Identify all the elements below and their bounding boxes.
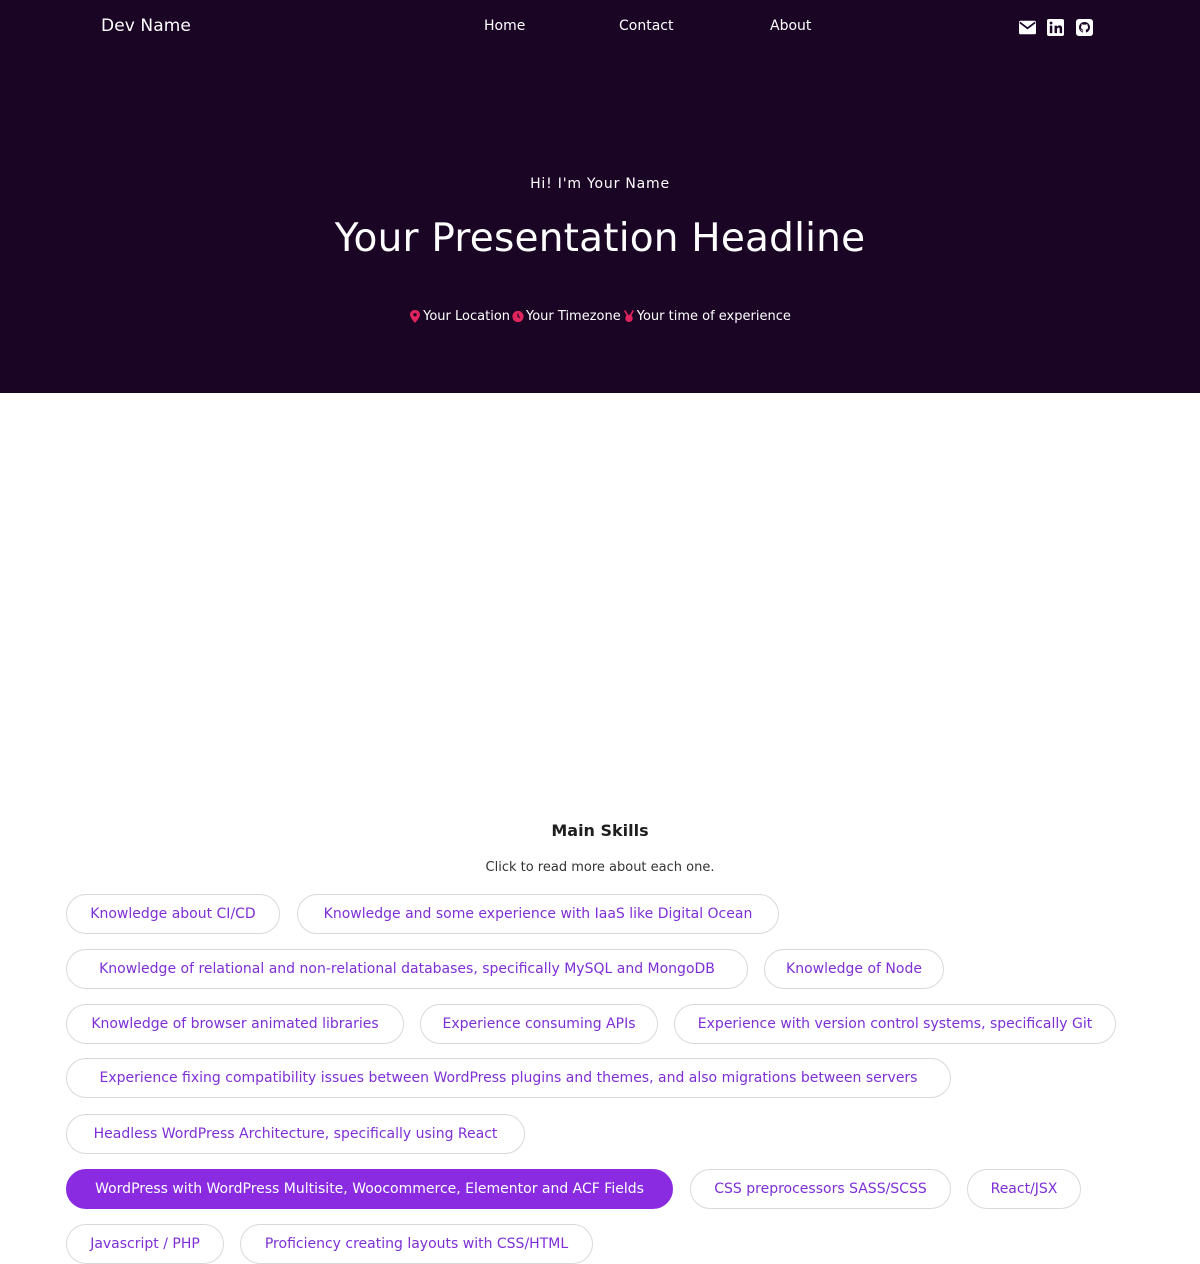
skill-pill[interactable]: Headless WordPress Architecture, specifi… — [66, 1114, 525, 1154]
envelope-icon[interactable] — [1018, 18, 1036, 36]
nav-home[interactable]: Home — [484, 18, 525, 34]
skill-pill[interactable]: Experience consuming APIs — [420, 1004, 658, 1044]
medal-icon — [623, 310, 634, 323]
skill-pill-active[interactable]: WordPress with WordPress Multisite, Wooc… — [66, 1169, 673, 1209]
hero-meta: Your Location Your Timezone Your time of… — [0, 309, 1200, 324]
location-pin-icon — [410, 310, 421, 323]
nav-contact[interactable]: Contact — [619, 18, 673, 34]
meta-location: Your Location — [409, 309, 510, 324]
skill-pill[interactable]: Javascript / PHP — [66, 1224, 224, 1264]
hero-headline: Your Presentation Headline — [334, 216, 866, 261]
meta-timezone: Your Timezone — [512, 309, 621, 324]
skill-pill[interactable]: Experience with version control systems,… — [674, 1004, 1116, 1044]
clock-icon — [512, 310, 524, 323]
skill-pill[interactable]: CSS preprocessors SASS/SCSS — [690, 1169, 951, 1209]
github-icon[interactable] — [1075, 18, 1093, 36]
meta-experience: Your time of experience — [623, 309, 791, 324]
skill-pill[interactable]: Experience fixing compatibility issues b… — [66, 1058, 951, 1098]
skills-subtitle: Click to read more about each one. — [485, 860, 715, 875]
skill-pill[interactable]: Knowledge of Node — [764, 949, 944, 989]
skill-pill[interactable]: React/JSX — [967, 1169, 1081, 1209]
hero-greeting: Hi! I'm Your Name — [530, 176, 670, 192]
brand-name[interactable]: Dev Name — [101, 16, 191, 36]
skill-pill[interactable]: Knowledge of browser animated libraries — [66, 1004, 404, 1044]
meta-location-text: Your Location — [423, 309, 511, 324]
skill-pill[interactable]: Knowledge of relational and non-relation… — [66, 949, 748, 989]
skill-pill[interactable]: Proficiency creating layouts with CSS/HT… — [240, 1224, 593, 1264]
skill-pill[interactable]: Knowledge and some experience with IaaS … — [297, 894, 779, 934]
nav-about[interactable]: About — [770, 18, 811, 34]
skill-pill[interactable]: Knowledge about CI/CD — [66, 894, 280, 934]
meta-experience-text: Your time of experience — [636, 309, 791, 324]
meta-timezone-text: Your Timezone — [526, 309, 621, 324]
linkedin-icon[interactable] — [1046, 18, 1064, 36]
hero-section: Dev Name Home Contact About Hi! I'm Your… — [0, 0, 1200, 393]
skills-title: Main Skills — [551, 821, 649, 840]
